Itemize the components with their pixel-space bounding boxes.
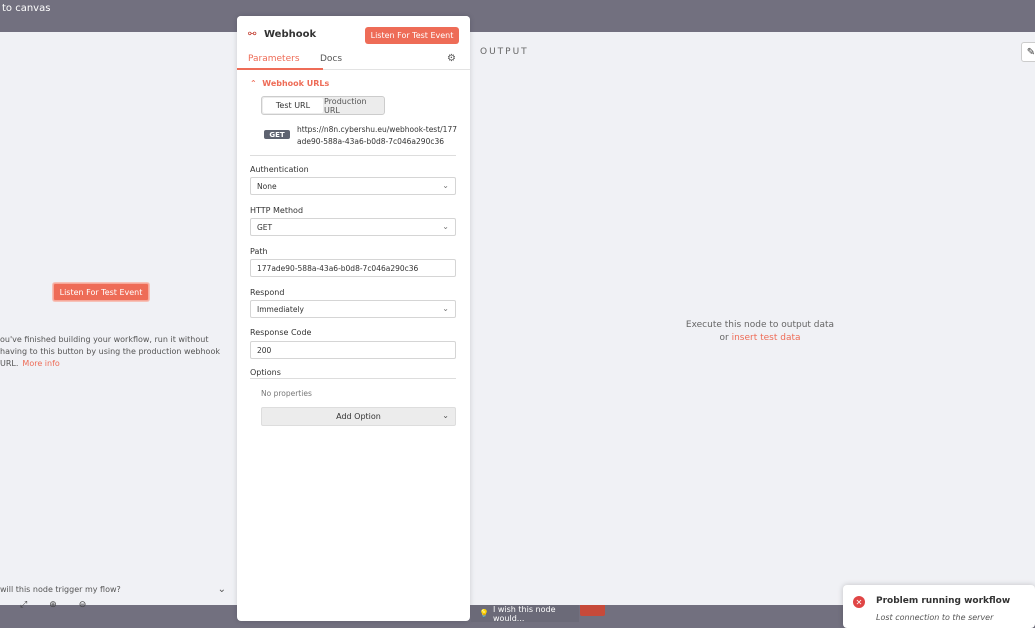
insert-test-data-link[interactable]: insert test data	[732, 333, 801, 343]
path-input[interactable]: 177ade90-588a-43a6-b0d8-7c046a290c36	[250, 259, 456, 277]
webhook-url[interactable]: https://n8n.cybershu.eu/webhook-test/177…	[297, 124, 457, 148]
edit-output-button[interactable]: ✎	[1021, 42, 1035, 62]
chevron-up-icon: ⌃	[250, 79, 257, 88]
respond-select[interactable]: Immediately ⌄	[250, 300, 456, 318]
gear-icon[interactable]: ⚙	[447, 53, 456, 64]
webhook-urls-toggle[interactable]: ⌃ Webhook URLs	[250, 79, 329, 88]
http-method-label: HTTP Method	[250, 206, 304, 215]
listen-test-event-button[interactable]: Listen For Test Event	[365, 27, 459, 44]
error-icon: ✕	[853, 596, 865, 608]
http-method-select[interactable]: GET ⌄	[250, 218, 456, 236]
add-option-label: Add Option	[336, 412, 381, 421]
pencil-icon: ✎	[1026, 46, 1035, 58]
panel-header: ⚯ Webhook Listen For Test Event Paramete…	[237, 16, 470, 70]
response-code-value: 200	[257, 345, 272, 355]
authentication-value: None	[257, 181, 277, 191]
response-code-label: Response Code	[250, 328, 312, 337]
chevron-down-icon: ⌄	[442, 304, 449, 313]
output-title: OUTPUT	[480, 47, 529, 57]
zoom-in-icon[interactable]: ⊕	[49, 600, 79, 610]
divider	[250, 378, 456, 379]
production-url-option[interactable]: Production URL	[324, 97, 384, 115]
toast-message: Lost connection to the server	[876, 613, 994, 622]
help-text: ou've finished building your workflow, r…	[0, 334, 232, 370]
options-label: Options	[250, 368, 281, 377]
top-bar: to canvas	[0, 0, 1035, 32]
output-message-text: Execute this node to output data	[685, 320, 835, 330]
trigger-question[interactable]: will this node trigger my flow? ⌄	[0, 584, 230, 595]
active-tab-indicator	[237, 68, 323, 70]
tab-docs[interactable]: Docs	[320, 54, 342, 64]
url-type-toggle: Test URL Production URL	[261, 96, 385, 115]
feedback-label: I wish this node would...	[492, 604, 556, 623]
output-empty-message: Execute this node to output data or inse…	[660, 319, 860, 345]
http-method-badge: GET	[264, 130, 290, 139]
section-title-label: Webhook URLs	[262, 79, 330, 88]
trigger-question-label: will this node trigger my flow?	[0, 585, 121, 594]
webhook-icon: ⚯	[248, 29, 257, 40]
no-properties-text: No properties	[261, 389, 312, 398]
respond-value: Immediately	[257, 304, 304, 314]
feedback-submit-button[interactable]	[580, 605, 605, 616]
output-or-text: or	[719, 333, 729, 343]
back-to-canvas-link[interactable]: to canvas	[2, 3, 50, 14]
node-parameters-panel: ⚯ Webhook Listen For Test Event Paramete…	[237, 16, 470, 621]
divider	[250, 155, 456, 156]
input-pane	[0, 32, 237, 605]
canvas-tools: ⤢⊕⊖	[20, 600, 108, 610]
authentication-select[interactable]: None ⌄	[250, 177, 456, 195]
tab-parameters[interactable]: Parameters	[248, 54, 300, 64]
test-url-option[interactable]: Test URL	[263, 98, 323, 113]
fit-view-icon[interactable]: ⤢	[20, 600, 49, 610]
feedback-bar[interactable]: 💡 I wish this node would...	[471, 604, 579, 623]
respond-label: Respond	[250, 288, 285, 297]
zoom-out-icon[interactable]: ⊖	[79, 600, 109, 610]
response-code-input[interactable]: 200	[250, 341, 456, 359]
http-method-value: GET	[257, 222, 273, 232]
add-option-button[interactable]: Add Option ⌄	[261, 407, 456, 426]
chevron-down-icon: ⌄	[442, 181, 449, 190]
authentication-label: Authentication	[250, 165, 309, 174]
path-value: 177ade90-588a-43a6-b0d8-7c046a290c36	[257, 263, 419, 273]
toast-title: Problem running workflow	[876, 596, 1011, 606]
error-toast[interactable]: ✕ Problem running workflow Lost connecti…	[843, 585, 1035, 628]
chevron-down-icon: ⌄	[442, 411, 449, 420]
chevron-down-icon: ⌄	[442, 222, 449, 231]
more-info-link[interactable]: More info	[22, 359, 59, 368]
path-label: Path	[250, 247, 268, 256]
chevron-down-icon: ⌄	[217, 584, 226, 595]
listen-test-event-button-left[interactable]: Listen For Test Event	[53, 283, 149, 301]
node-title[interactable]: Webhook	[264, 29, 316, 40]
lightbulb-icon: 💡	[479, 609, 489, 618]
